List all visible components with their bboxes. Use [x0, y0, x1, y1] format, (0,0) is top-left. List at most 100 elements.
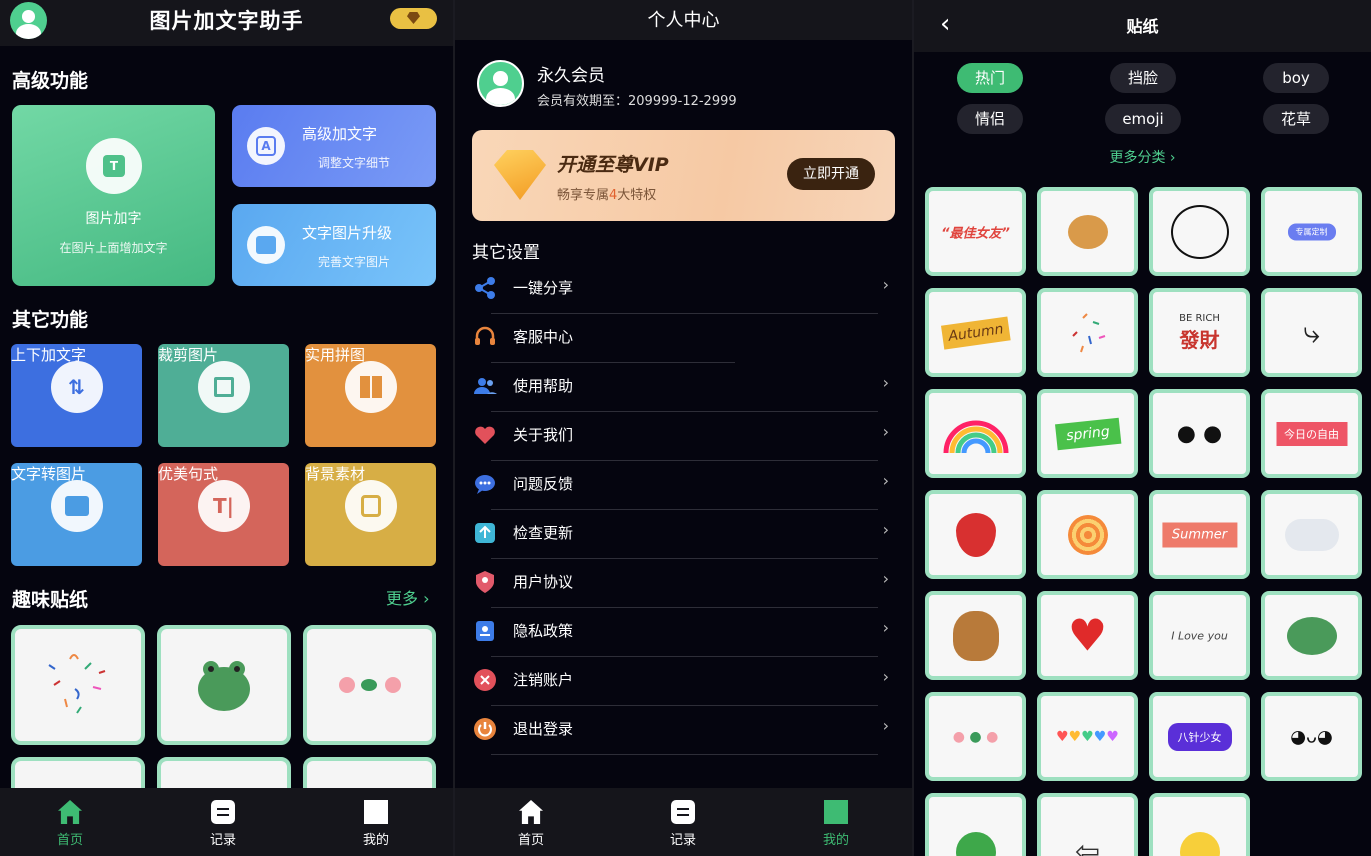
section-title-settings: 其它设置 — [472, 243, 540, 263]
menu-item-help[interactable]: 使用帮助 › — [472, 363, 895, 412]
power-icon — [474, 718, 496, 740]
card-title: 高级加文字 — [302, 125, 378, 143]
sticker-lollipop[interactable] — [1037, 490, 1138, 579]
shield-icon — [476, 571, 494, 593]
menu-item-share[interactable]: 一键分享 › — [472, 265, 895, 314]
sticker-cute-eyes[interactable]: ● ● — [1149, 389, 1250, 478]
tool-text-to-image[interactable]: 文字转图片 — [11, 463, 142, 566]
category-chip-couple[interactable]: 情侣 — [957, 104, 1023, 134]
sticker-color-hearts[interactable]: ♥♥♥♥♥ — [1037, 692, 1138, 781]
chevron-right-icon: › — [882, 275, 889, 294]
nav-mine[interactable]: 我的 — [776, 788, 896, 856]
category-chip-boy[interactable]: boy — [1263, 63, 1329, 93]
sticker-be-rich[interactable]: BE RICH 發財 — [1149, 288, 1250, 377]
category-chip-hot[interactable]: 热门 — [957, 63, 1023, 93]
menu-item-check-update[interactable]: 检查更新 › — [472, 510, 895, 559]
vip-subtitle: 畅享专属4大特权 — [557, 188, 657, 203]
sticker-gentle-girl[interactable]: 八针少女 — [1149, 692, 1250, 781]
tool-background-material[interactable]: 背景素材 — [305, 463, 436, 566]
gem-icon — [494, 150, 546, 200]
text-cursor-icon: T| — [197, 480, 250, 532]
nav-home[interactable]: 首页 — [10, 788, 130, 856]
vip-badge-button[interactable] — [390, 8, 437, 29]
sticker-cloud[interactable] — [1261, 490, 1362, 579]
sticker-pixel-heart[interactable]: ♥ — [1037, 591, 1138, 680]
sticker-blush-face[interactable]: ◕ᴗ◕ — [1261, 692, 1362, 781]
nav-mine[interactable]: 我的 — [316, 788, 436, 856]
card-title: 文字图片升级 — [302, 224, 393, 242]
menu-item-logout[interactable]: 退出登录 › — [472, 706, 895, 755]
sticker-flowers[interactable]: ● ● ● — [925, 692, 1026, 781]
user-icon — [364, 800, 388, 824]
page-title: 个人中心 — [647, 10, 720, 31]
chevron-right-icon: › — [882, 618, 889, 637]
open-vip-button[interactable]: 立即开通 — [787, 158, 875, 190]
sticker-confetti[interactable] — [11, 625, 145, 745]
stickers-screen: ‹ 贴纸 热门 挡脸 boy 情侣 emoji 花草 更多分类 › “最佳女友”… — [914, 0, 1371, 856]
sticker-circle[interactable] — [1149, 187, 1250, 276]
more-categories-link[interactable]: 更多分类 › — [914, 147, 1371, 167]
share-icon — [475, 277, 495, 299]
text-icon: T — [86, 138, 142, 194]
sticker-today-free[interactable]: 今日の自由 — [1261, 389, 1362, 478]
sticker-strawberry[interactable] — [925, 490, 1026, 579]
profile-screen: 个人中心 永久会员 会员有效期至：209999-12-2999 开通至尊VIP … — [455, 0, 912, 856]
add-text-to-image-card[interactable]: T 图片加字 在图片上面增加文字 — [12, 105, 215, 286]
stickers-top-bar: ‹ 贴纸 — [914, 0, 1371, 52]
picture-icon — [50, 480, 103, 532]
upload-icon — [475, 523, 495, 543]
chevron-right-icon: › — [882, 569, 889, 588]
category-chip-emoji[interactable]: emoji — [1105, 104, 1181, 134]
sticker-bear-face[interactable] — [1037, 187, 1138, 276]
menu-item-feedback[interactable]: 问题反馈 › — [472, 461, 895, 510]
chevron-right-icon: › — [882, 471, 889, 490]
menu-item-about[interactable]: 关于我们 › — [472, 412, 895, 461]
chevron-right-icon: › — [882, 520, 889, 539]
chevron-right-icon: › — [882, 667, 889, 686]
swap-vertical-icon: ⇅ — [50, 361, 103, 413]
sticker-summer[interactable]: Summer — [1149, 490, 1250, 579]
menu-item-privacy-policy[interactable]: 隐私政策 › — [472, 608, 895, 657]
nav-home[interactable]: 首页 — [471, 788, 591, 856]
tool-top-bottom-text[interactable]: ⇅ 上下加文字 — [11, 344, 142, 447]
sticker-flowers[interactable] — [303, 625, 436, 745]
sticker-confetti[interactable] — [1037, 288, 1138, 377]
avatar[interactable] — [477, 60, 524, 107]
tool-collage[interactable]: 实用拼图 — [305, 344, 436, 447]
category-chip-flowers[interactable]: 花草 — [1263, 104, 1329, 134]
page-title: 贴纸 — [1126, 17, 1159, 36]
menu-item-delete-account[interactable]: 注销账户 › — [472, 657, 895, 706]
nav-records[interactable]: 记录 — [623, 788, 743, 856]
sticker-arrow-left[interactable]: ⇦ — [1037, 793, 1138, 856]
section-title-stickers: 趣味贴纸 — [12, 589, 89, 611]
sticker-rainbow[interactable] — [925, 389, 1026, 478]
sticker-teddy-bear[interactable] — [925, 591, 1026, 680]
sticker-curved-arrow[interactable]: ⤷ — [1261, 288, 1362, 377]
vip-banner[interactable]: 开通至尊VIP 畅享专属4大特权 立即开通 — [472, 130, 895, 221]
sticker-i-love-you[interactable]: I Love you — [1149, 591, 1250, 680]
tool-beautiful-sentences[interactable]: T| 优美句式 — [158, 463, 289, 566]
close-circle-icon — [474, 669, 496, 691]
records-icon — [211, 800, 235, 824]
sticker-spring[interactable]: spring — [1037, 389, 1138, 478]
nav-records[interactable]: 记录 — [163, 788, 283, 856]
chevron-right-icon: › — [882, 422, 889, 441]
sticker-autumn[interactable]: Autumn — [925, 288, 1026, 377]
sticker-sun[interactable] — [1149, 793, 1250, 856]
sticker-vip-custom[interactable]: 专属定制 — [1261, 187, 1362, 276]
headset-icon — [475, 326, 495, 345]
users-icon — [474, 378, 497, 394]
text-image-upgrade-card[interactable]: 文字图片升级 完善文字图片 — [232, 204, 436, 286]
sticker-green-monster[interactable] — [925, 793, 1026, 856]
advanced-text-card[interactable]: A 高级加文字 调整文字细节 — [232, 105, 436, 187]
tool-crop-image[interactable]: 裁剪图片 — [158, 344, 289, 447]
menu-item-user-agreement[interactable]: 用户协议 › — [472, 559, 895, 608]
category-chip-face-cover[interactable]: 挡脸 — [1110, 63, 1176, 93]
sticker-frog[interactable] — [1261, 591, 1362, 680]
more-stickers-link[interactable]: 更多 › — [386, 585, 430, 609]
sticker-best-girlfriend[interactable]: “最佳女友” — [925, 187, 1026, 276]
user-icon — [824, 800, 848, 824]
crop-icon — [197, 361, 250, 413]
menu-item-customer-service[interactable]: 客服中心 — [472, 314, 895, 363]
sticker-frog[interactable] — [157, 625, 291, 745]
